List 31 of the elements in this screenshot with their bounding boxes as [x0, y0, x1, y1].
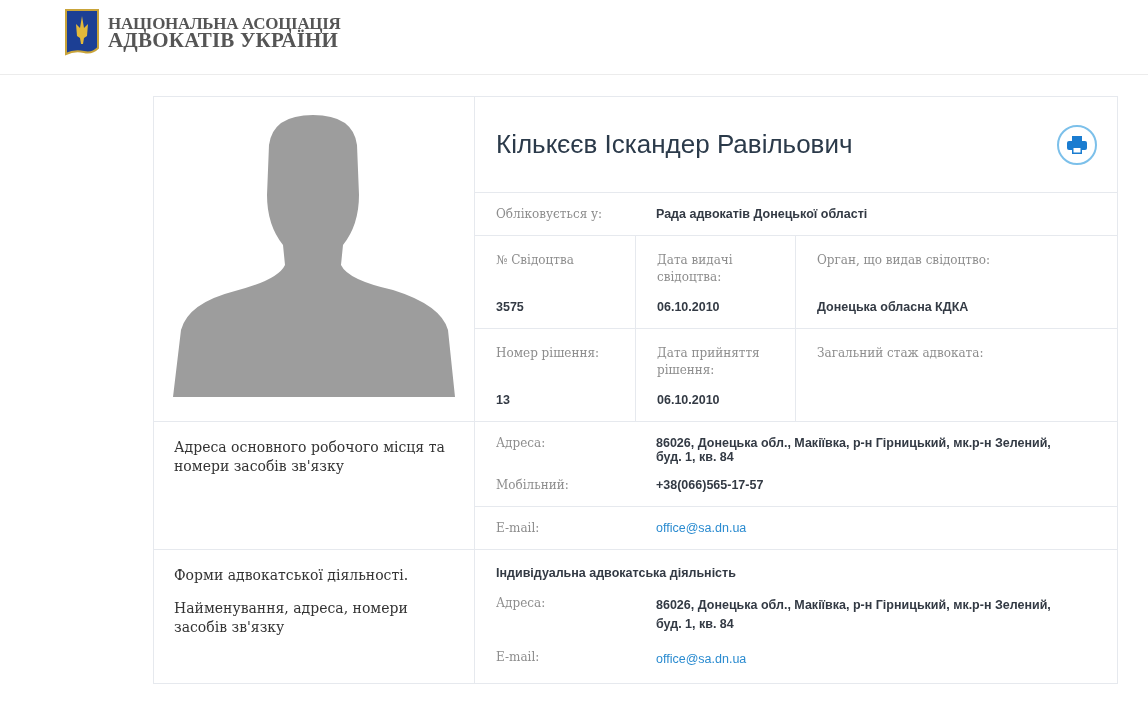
field-value: 06.10.2010 [657, 393, 721, 407]
field-label: Загальний стаж адвоката: [817, 345, 985, 362]
field-label: № Свідоцтва [496, 252, 575, 269]
field-value: 3575 [496, 300, 525, 314]
field-value: 13 [496, 393, 511, 407]
activity-form: Індивідуальна адвокатська діяльність [496, 566, 737, 580]
print-button[interactable] [1057, 124, 1097, 165]
field-label: Обліковується у: [496, 207, 604, 221]
logo-icon [62, 8, 102, 56]
field-value: Донецька обласна КДКА [817, 300, 970, 314]
section-title: Найменування, адреса, номери засобів зв'язку [174, 599, 409, 637]
field-value: +38(066)565-17-57 [656, 478, 765, 492]
field-label: Дата прийняття рішення: [657, 345, 761, 379]
section-title: Адреса основного робочого місця та номери засобів зв'язку [173, 438, 446, 476]
field-label: E-mail: [496, 650, 541, 664]
field-label: Орган, що видав свідоцтво: [817, 252, 991, 269]
field-value: 86026, Донецька обл., Макіївка, р-н Гірницький, мк.р-н Зелений, буд. 1, кв. 84 [656, 597, 1052, 633]
field-value: Рада адвокатів Донецької області [656, 207, 868, 221]
print-icon [1067, 135, 1087, 154]
email-link[interactable]: office@sa.dn.ua [656, 650, 1066, 669]
section-title: Форми адвокатської діяльності. [174, 566, 410, 585]
field-label: Номер рішення: [496, 345, 600, 362]
email-link[interactable]: office@sa.dn.ua [656, 521, 1066, 535]
field-value: 06.10.2010 [657, 300, 721, 314]
lawyer-name: Кількєєв Іскандер Равільович [496, 129, 853, 160]
field-label: Адреса: [496, 596, 547, 610]
field-label: E-mail: [496, 521, 541, 535]
field-label: Дата видачі свідоцтва: [657, 252, 734, 286]
field-value: 86026, Донецька обл., Макіївка, р-н Гірницький, мк.р-н Зелений, буд. 1, кв. 84 [656, 436, 1052, 464]
field-label: Адреса: [496, 436, 547, 450]
field-label: Мобільний: [496, 478, 570, 492]
